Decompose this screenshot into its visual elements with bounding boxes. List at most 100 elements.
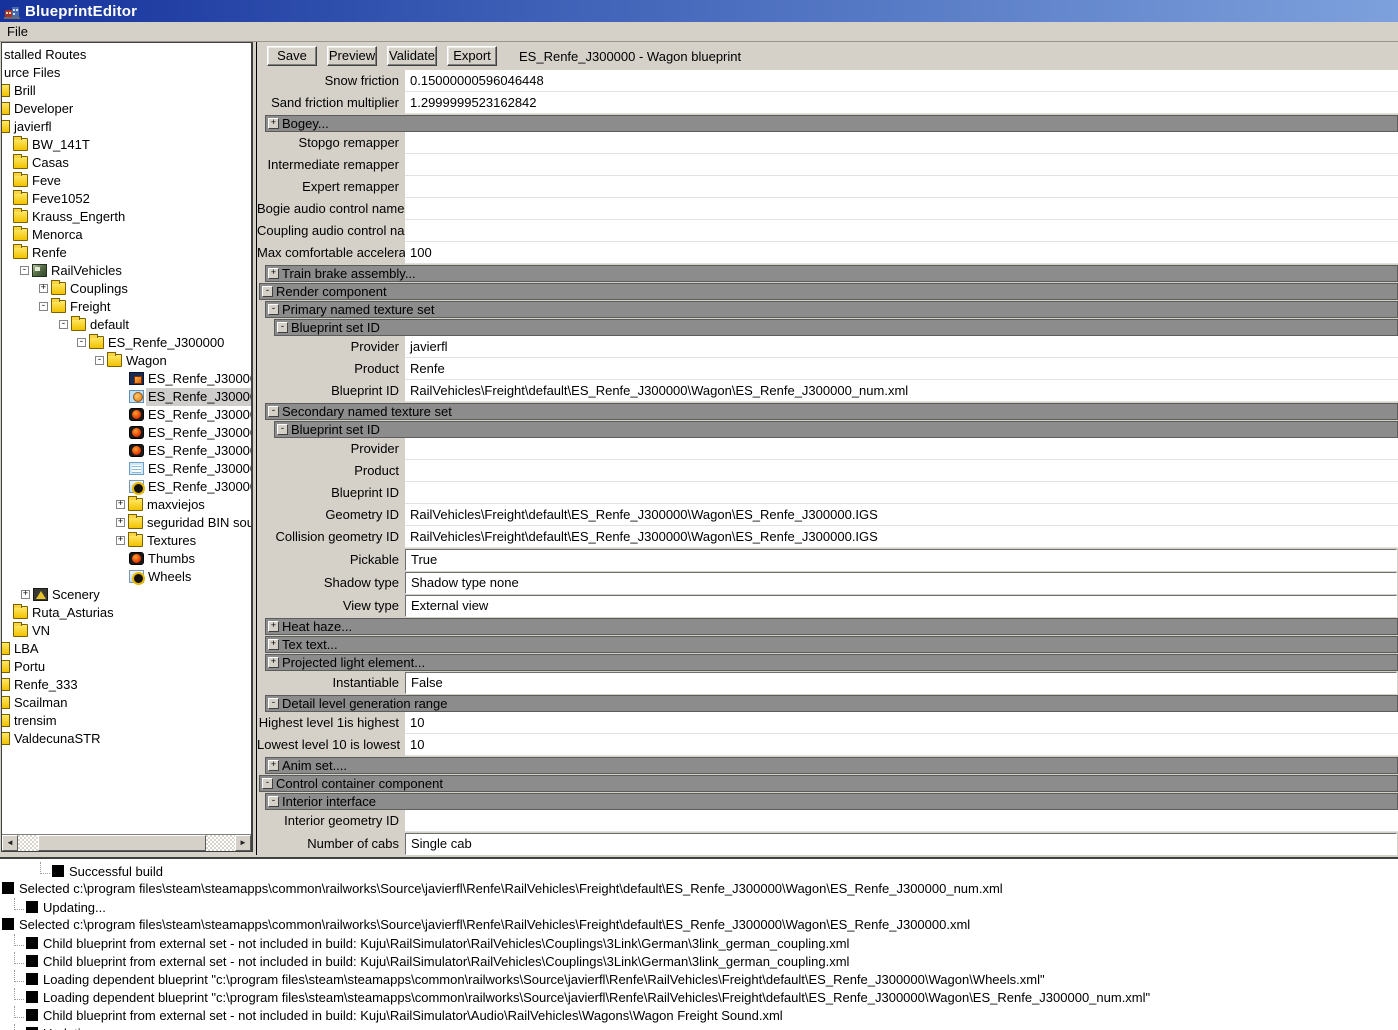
field-value[interactable] bbox=[405, 220, 1398, 242]
tree-item[interactable]: ES_Renfe_J300000 bbox=[2, 424, 251, 442]
expand-section-button[interactable]: + bbox=[268, 760, 279, 771]
field-value[interactable]: RailVehicles\Freight\default\ES_Renfe_J3… bbox=[405, 380, 1398, 402]
expand-icon[interactable]: + bbox=[21, 590, 30, 599]
collapse-section-button[interactable]: - bbox=[268, 406, 279, 417]
tree-item[interactable]: + maxviejos bbox=[2, 496, 251, 514]
field-value[interactable] bbox=[405, 154, 1398, 176]
log-line[interactable]: Updating... bbox=[0, 898, 1398, 916]
tree-item[interactable]: Menorca bbox=[2, 226, 251, 244]
field-value[interactable] bbox=[405, 198, 1398, 220]
field-value[interactable]: 1.2999999523162842 bbox=[405, 92, 1398, 114]
tree-item-label[interactable]: seguridad BIN sour bbox=[145, 514, 251, 532]
expand-icon[interactable]: + bbox=[39, 284, 48, 293]
tree-item-label[interactable]: ES_Renfe_J300000 bbox=[146, 478, 251, 496]
collapse-icon[interactable]: - bbox=[77, 338, 86, 347]
tree-item[interactable]: + Couplings bbox=[2, 280, 251, 298]
field-value[interactable] bbox=[405, 176, 1398, 198]
collapse-icon[interactable]: - bbox=[95, 356, 104, 365]
log-line[interactable]: Successful build bbox=[0, 862, 1398, 880]
log-line[interactable]: Loading dependent blueprint "c:\program … bbox=[0, 988, 1398, 1006]
tree-item-label[interactable]: Scailman bbox=[12, 694, 69, 712]
tree-item-label[interactable]: BW_141T bbox=[30, 136, 92, 154]
field-value[interactable]: javierfl bbox=[405, 336, 1398, 358]
tree-item-label[interactable]: ES_Renfe_J300000 bbox=[146, 442, 251, 460]
collapse-section-button[interactable]: - bbox=[262, 286, 273, 297]
field-value[interactable]: Shadow type none bbox=[405, 572, 1397, 594]
tree-item-label[interactable]: Freight bbox=[68, 298, 112, 316]
tree-item-label[interactable]: urce Files bbox=[2, 64, 62, 82]
tree-item[interactable]: Renfe bbox=[2, 244, 251, 262]
scroll-track[interactable] bbox=[18, 835, 235, 851]
tree-item[interactable]: Wheels bbox=[2, 568, 251, 586]
tree-item-label[interactable]: ES_Renfe_J300000 bbox=[146, 460, 251, 478]
field-value[interactable]: Single cab bbox=[405, 833, 1397, 855]
tree-item-label[interactable]: Krauss_Engerth bbox=[30, 208, 127, 226]
field-value[interactable] bbox=[405, 482, 1398, 504]
tree-item[interactable]: ES_Renfe_J300000 bbox=[2, 460, 251, 478]
tree-item-label[interactable]: ES_Renfe_J300000 bbox=[146, 406, 251, 424]
tree-item-label[interactable]: Textures bbox=[145, 532, 198, 550]
log-line[interactable]: Selected c:\program files\steam\steamapp… bbox=[0, 916, 1398, 934]
field-value[interactable]: External view bbox=[405, 595, 1397, 617]
tree-item[interactable]: ValdecunaSTR bbox=[2, 730, 251, 748]
log-line[interactable]: Child blueprint from external set - not … bbox=[0, 952, 1398, 970]
tree-item[interactable]: -RailVehicles bbox=[2, 262, 251, 280]
tree-item-label[interactable]: default bbox=[88, 316, 131, 334]
tree-item-label[interactable]: Feve1052 bbox=[30, 190, 92, 208]
tree-item[interactable]: Brill bbox=[2, 82, 251, 100]
tree-item[interactable]: urce Files bbox=[2, 64, 251, 82]
field-value[interactable]: 0.15000000596046448 bbox=[405, 70, 1398, 92]
log-line[interactable]: Child blueprint from external set - not … bbox=[0, 1006, 1398, 1024]
tree-item-label[interactable]: stalled Routes bbox=[2, 46, 88, 64]
tree-item-label[interactable]: VN bbox=[30, 622, 52, 640]
expand-section-button[interactable]: + bbox=[268, 621, 279, 632]
log-line[interactable]: Loading dependent blueprint "c:\program … bbox=[0, 970, 1398, 988]
tree-item[interactable]: stalled Routes bbox=[2, 46, 251, 64]
tree-item[interactable]: Feve1052 bbox=[2, 190, 251, 208]
scroll-left-arrow[interactable]: ◄ bbox=[2, 835, 18, 851]
tree-item[interactable]: ES_Renfe_J300000 bbox=[2, 370, 251, 388]
export-button[interactable]: Export bbox=[447, 46, 497, 66]
tree-item[interactable]: ES_Renfe_J300000 bbox=[2, 442, 251, 460]
field-value[interactable] bbox=[405, 132, 1398, 154]
expand-icon[interactable]: + bbox=[116, 518, 125, 527]
collapse-icon[interactable]: - bbox=[59, 320, 68, 329]
tree-item-label[interactable]: Couplings bbox=[68, 280, 130, 298]
tree-item[interactable]: trensim bbox=[2, 712, 251, 730]
tree-item[interactable]: BW_141T bbox=[2, 136, 251, 154]
field-value[interactable]: True bbox=[405, 549, 1397, 571]
tree-item-label[interactable]: ValdecunaSTR bbox=[12, 730, 102, 748]
field-value[interactable]: False bbox=[405, 672, 1397, 694]
tree-item[interactable]: javierfl bbox=[2, 118, 251, 136]
tree-item[interactable]: VN bbox=[2, 622, 251, 640]
field-value[interactable] bbox=[405, 438, 1398, 460]
collapse-section-button[interactable]: - bbox=[268, 304, 279, 315]
expand-section-button[interactable]: + bbox=[268, 118, 279, 129]
tree-item[interactable]: LBA bbox=[2, 640, 251, 658]
collapse-icon[interactable]: - bbox=[20, 266, 29, 275]
expand-icon[interactable]: + bbox=[116, 536, 125, 545]
field-value[interactable]: RailVehicles\Freight\default\ES_Renfe_J3… bbox=[405, 526, 1398, 548]
collapse-section-button[interactable]: - bbox=[262, 778, 273, 789]
tree-item-label[interactable]: Wagon bbox=[124, 352, 169, 370]
tree-item[interactable]: -ES_Renfe_J300000 bbox=[2, 334, 251, 352]
tree-item[interactable]: Ruta_Asturias bbox=[2, 604, 251, 622]
scroll-right-arrow[interactable]: ► bbox=[235, 835, 251, 851]
tree-item-label[interactable]: javierfl bbox=[12, 118, 54, 136]
tree-item[interactable]: Feve bbox=[2, 172, 251, 190]
tree-item-label[interactable]: Brill bbox=[12, 82, 38, 100]
tree-item-label[interactable]: Feve bbox=[30, 172, 63, 190]
tree-item[interactable]: Krauss_Engerth bbox=[2, 208, 251, 226]
tree-item[interactable]: ES_Renfe_J300000 bbox=[2, 388, 251, 406]
tree-item[interactable]: -Freight bbox=[2, 298, 251, 316]
field-value[interactable]: RailVehicles\Freight\default\ES_Renfe_J3… bbox=[405, 504, 1398, 526]
tree-item-label[interactable]: Ruta_Asturias bbox=[30, 604, 116, 622]
field-value[interactable]: Renfe bbox=[405, 358, 1398, 380]
tree-item-label[interactable]: Casas bbox=[30, 154, 71, 172]
tree-item-label[interactable]: LBA bbox=[12, 640, 41, 658]
tree-item-label[interactable]: maxviejos bbox=[145, 496, 207, 514]
scroll-thumb[interactable] bbox=[38, 835, 206, 851]
field-value[interactable] bbox=[405, 810, 1398, 832]
expand-icon[interactable]: + bbox=[116, 500, 125, 509]
tree-item[interactable]: + seguridad BIN sour bbox=[2, 514, 251, 532]
